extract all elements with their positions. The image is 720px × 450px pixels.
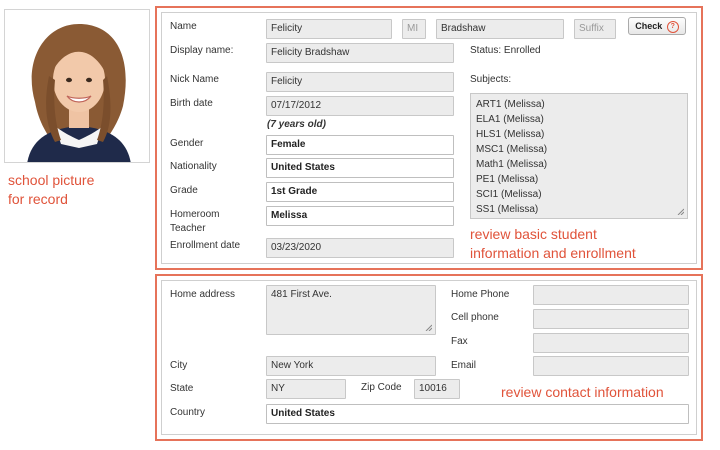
homeroom-teacher-field[interactable]: Melissa [266, 206, 454, 226]
gender-label: Gender [170, 138, 204, 149]
city-field[interactable]: New York [266, 356, 436, 376]
enrollment-date-label: Enrollment date [170, 240, 241, 251]
last-name-field[interactable]: Bradshaw [436, 19, 564, 39]
subject-item: MSC1 (Melissa) [476, 144, 548, 155]
display-name-label: Display name: [170, 45, 234, 56]
zip-code-field[interactable]: 10016 [414, 379, 460, 399]
suffix-field[interactable]: Suffix [574, 19, 616, 39]
subject-item: HLS1 (Melissa) [476, 129, 545, 140]
display-name-field[interactable]: Felicity Bradshaw [266, 43, 454, 63]
nick-name-label: Nick Name [170, 74, 219, 85]
home-address-value: 481 First Ave. [271, 289, 332, 300]
fax-label: Fax [451, 336, 468, 347]
photo-annotation: school picture for record [8, 171, 94, 209]
cell-phone-field[interactable] [533, 309, 689, 329]
basic-info-annotation: review basic student information and enr… [470, 225, 636, 263]
cell-phone-label: Cell phone [451, 312, 499, 323]
subject-item: SS1 (Melissa) [476, 204, 539, 215]
gender-field[interactable]: Female [266, 135, 454, 155]
state-field[interactable]: NY [266, 379, 346, 399]
enrollment-date-field[interactable]: 03/23/2020 [266, 238, 454, 258]
subjects-list[interactable]: ART1 (Melissa) ELA1 (Melissa) HLS1 (Meli… [470, 93, 688, 219]
birth-date-label: Birth date [170, 98, 213, 109]
contact-info-annotation: review contact information [501, 384, 664, 400]
resize-handle-icon[interactable] [425, 324, 432, 331]
grade-field[interactable]: 1st Grade [266, 182, 454, 202]
home-address-field[interactable]: 481 First Ave. [266, 285, 436, 335]
city-label: City [170, 360, 188, 371]
subject-item: ELA1 (Melissa) [476, 114, 544, 125]
info-circle-icon: ? [666, 20, 679, 33]
resize-handle-icon[interactable] [677, 208, 684, 215]
age-text: (7 years old) [267, 119, 326, 130]
student-photo-image [5, 10, 149, 162]
country-label: Country [170, 407, 206, 418]
subject-item: Math1 (Melissa) [476, 159, 548, 170]
homeroom-label-line2: Teacher [170, 223, 206, 234]
nick-name-field[interactable]: Felicity [266, 72, 454, 92]
basic-annotation-line2: information and enrollment [470, 245, 636, 261]
basic-annotation-line1: review basic student [470, 226, 597, 242]
home-phone-field[interactable] [533, 285, 689, 305]
check-button[interactable]: Check ? [628, 17, 686, 35]
subject-item: ART1 (Melissa) [476, 99, 545, 110]
country-field[interactable]: United States [266, 404, 689, 424]
state-label: State [170, 383, 194, 394]
subject-item: SCI1 (Melissa) [476, 189, 542, 200]
home-phone-label: Home Phone [451, 289, 510, 300]
name-label: Name [170, 21, 197, 32]
status-text: Status: Enrolled [470, 45, 541, 56]
nationality-field[interactable]: United States [266, 158, 454, 178]
nationality-label: Nationality [170, 161, 217, 172]
middle-initial-field[interactable]: MI [402, 19, 426, 39]
home-address-label: Home address [170, 289, 236, 300]
email-field[interactable] [533, 356, 689, 376]
fax-field[interactable] [533, 333, 689, 353]
birth-date-field[interactable]: 07/17/2012 [266, 96, 454, 116]
photo-annotation-line2: for record [8, 191, 68, 207]
email-label: Email [451, 360, 477, 371]
subject-item: PE1 (Melissa) [476, 174, 539, 185]
homeroom-teacher-label: Homeroom Teacher [170, 208, 219, 236]
subjects-label: Subjects: [470, 74, 512, 85]
first-name-field[interactable]: Felicity [266, 19, 392, 39]
zip-code-label: Zip Code [361, 382, 402, 393]
grade-label: Grade [170, 185, 198, 196]
homeroom-label-line1: Homeroom [170, 209, 220, 220]
photo-annotation-line1: school picture [8, 172, 95, 188]
check-button-label: Check [635, 21, 663, 31]
student-photo [4, 9, 150, 163]
